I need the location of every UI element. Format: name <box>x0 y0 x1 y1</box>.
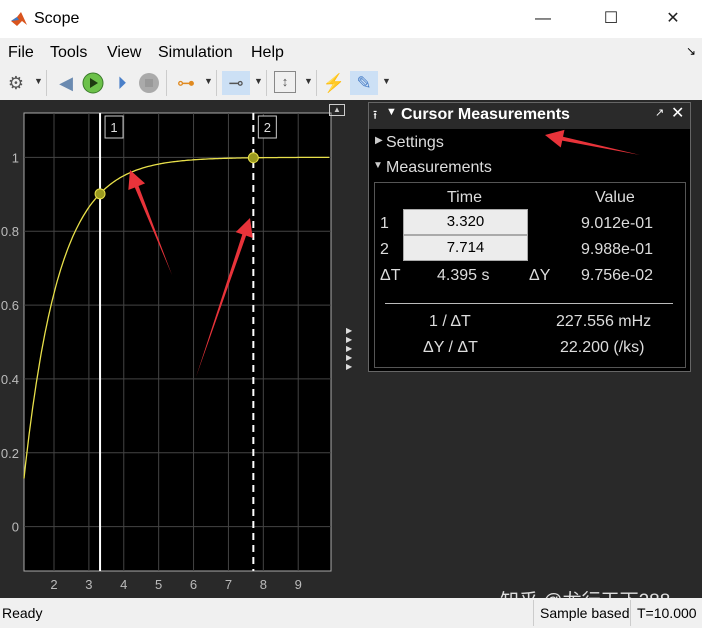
status-time: T=10.000 <box>630 600 702 626</box>
stop-icon[interactable] <box>138 72 160 94</box>
window-title: Scope <box>34 10 80 27</box>
gear-dropdown-icon[interactable]: ▼ <box>34 76 43 86</box>
toolbar-separator <box>216 70 217 96</box>
y-tick-label: 0.4 <box>1 372 19 387</box>
cursor1-value: 9.012e-01 <box>581 215 654 232</box>
menu-help[interactable]: Help <box>251 44 284 62</box>
maximize-button[interactable]: ☐ <box>588 0 634 38</box>
time-header: Time <box>447 189 482 206</box>
value-header: Value <box>595 189 635 206</box>
y-tick-label: 0 <box>12 520 19 535</box>
gear-icon[interactable]: ⚙ <box>4 71 28 95</box>
scale-axes-icon[interactable]: ↕ <box>274 71 296 93</box>
x-tick-label: 8 <box>260 577 267 592</box>
x-tick-label: 6 <box>190 577 197 592</box>
delta-y-label: ΔY <box>529 267 551 284</box>
undock-arrow-icon[interactable]: ↘ <box>686 44 696 58</box>
y-tick-label: 1 <box>12 150 19 165</box>
cursor2-label: 2 <box>380 241 389 258</box>
menu-view[interactable]: View <box>107 44 141 62</box>
menu-bar <box>0 38 702 66</box>
cursor1-time-input[interactable]: 3.320 <box>403 209 528 235</box>
collapse-triangle-icon[interactable]: ▼ <box>386 106 397 118</box>
cursor-label: 1 <box>110 120 117 135</box>
matlab-logo-icon <box>11 12 27 26</box>
step-forward-icon[interactable]: ⏵ <box>110 71 134 95</box>
x-tick-label: 3 <box>85 577 92 592</box>
plot-area <box>23 112 332 572</box>
zoom-dropdown-icon[interactable]: ▼ <box>254 76 263 86</box>
signal-select-icon[interactable]: ⊶ <box>174 71 198 95</box>
cursor2-time-input[interactable]: 7.714 <box>403 235 528 261</box>
step-back-icon[interactable]: ◀ <box>54 71 78 95</box>
menu-tools[interactable]: Tools <box>50 44 87 62</box>
delta-y-value: 9.756e-02 <box>581 267 654 284</box>
cursor2-value: 9.988e-01 <box>581 241 654 258</box>
slope-value: 22.200 (/ks) <box>560 339 645 356</box>
y-tick-label: 0.2 <box>1 446 19 461</box>
run-icon[interactable] <box>82 72 104 94</box>
expand-measurements-icon[interactable]: ▼ <box>373 160 383 171</box>
settings-section[interactable]: Settings <box>386 134 444 152</box>
status-ready: Ready <box>2 605 43 621</box>
x-tick-label: 2 <box>50 577 57 592</box>
cursor-measurements-panel: ⭱ ▼ Cursor Measurements ↗ ✕ ▶ Settings ▼… <box>368 102 691 372</box>
toolbar-separator <box>316 70 317 96</box>
x-tick-label: 5 <box>155 577 162 592</box>
pin-icon[interactable]: ⭱ <box>373 106 377 127</box>
triggers-icon[interactable]: ⚡ <box>322 71 346 95</box>
toolbar-separator <box>46 70 47 96</box>
expand-settings-icon[interactable]: ▶ <box>375 135 383 146</box>
delta-t-value: 4.395 s <box>437 267 490 284</box>
divider <box>385 303 673 304</box>
cursor-measurements-icon[interactable]: ✎ <box>350 71 378 95</box>
minimize-button[interactable]: — <box>520 0 566 38</box>
close-button[interactable]: ✕ <box>650 0 696 38</box>
zoom-x-icon[interactable]: ⊸ <box>222 71 250 95</box>
status-mode: Sample based <box>533 600 636 626</box>
cursor-label: 2 <box>264 120 271 135</box>
cursor-point <box>94 188 106 200</box>
x-tick-label: 7 <box>225 577 232 592</box>
x-tick-label: 4 <box>120 577 127 592</box>
menu-file[interactable]: File <box>8 44 34 62</box>
toolbar-separator <box>166 70 167 96</box>
slope-label: ΔY / ΔT <box>423 339 478 356</box>
panel-title: Cursor Measurements <box>401 106 570 123</box>
scale-dropdown-icon[interactable]: ▼ <box>304 76 313 86</box>
panel-close-icon[interactable]: ✕ <box>671 103 684 123</box>
measurements-dropdown-icon[interactable]: ▼ <box>382 76 391 86</box>
cursor-point <box>247 152 259 164</box>
measurements-section[interactable]: Measurements <box>386 159 492 177</box>
x-tick-label: 9 <box>295 577 302 592</box>
inverse-dt-value: 227.556 mHz <box>556 313 652 330</box>
y-tick-label: 0.6 <box>1 298 19 313</box>
legend-toggle-icon[interactable]: ▲ <box>329 104 345 116</box>
toolbar-separator <box>266 70 267 96</box>
undock-icon[interactable]: ↗ <box>655 106 664 119</box>
plot-axes: 2 3 4 5 6 7 8 9 1 0.8 0.6 0.4 0.2 0 1 2 <box>1 112 332 592</box>
delta-t-label: ΔT <box>380 267 401 284</box>
menu-simulation[interactable]: Simulation <box>158 44 233 62</box>
cursor1-label: 1 <box>380 215 389 232</box>
signal-select-dropdown-icon[interactable]: ▼ <box>204 76 213 86</box>
y-tick-label: 0.8 <box>1 224 19 239</box>
inverse-dt-label: 1 / ΔT <box>429 313 471 330</box>
panel-collapse-arrows-icon[interactable]: ▶ ▶ ▶ ▶ ▶ <box>346 326 352 371</box>
